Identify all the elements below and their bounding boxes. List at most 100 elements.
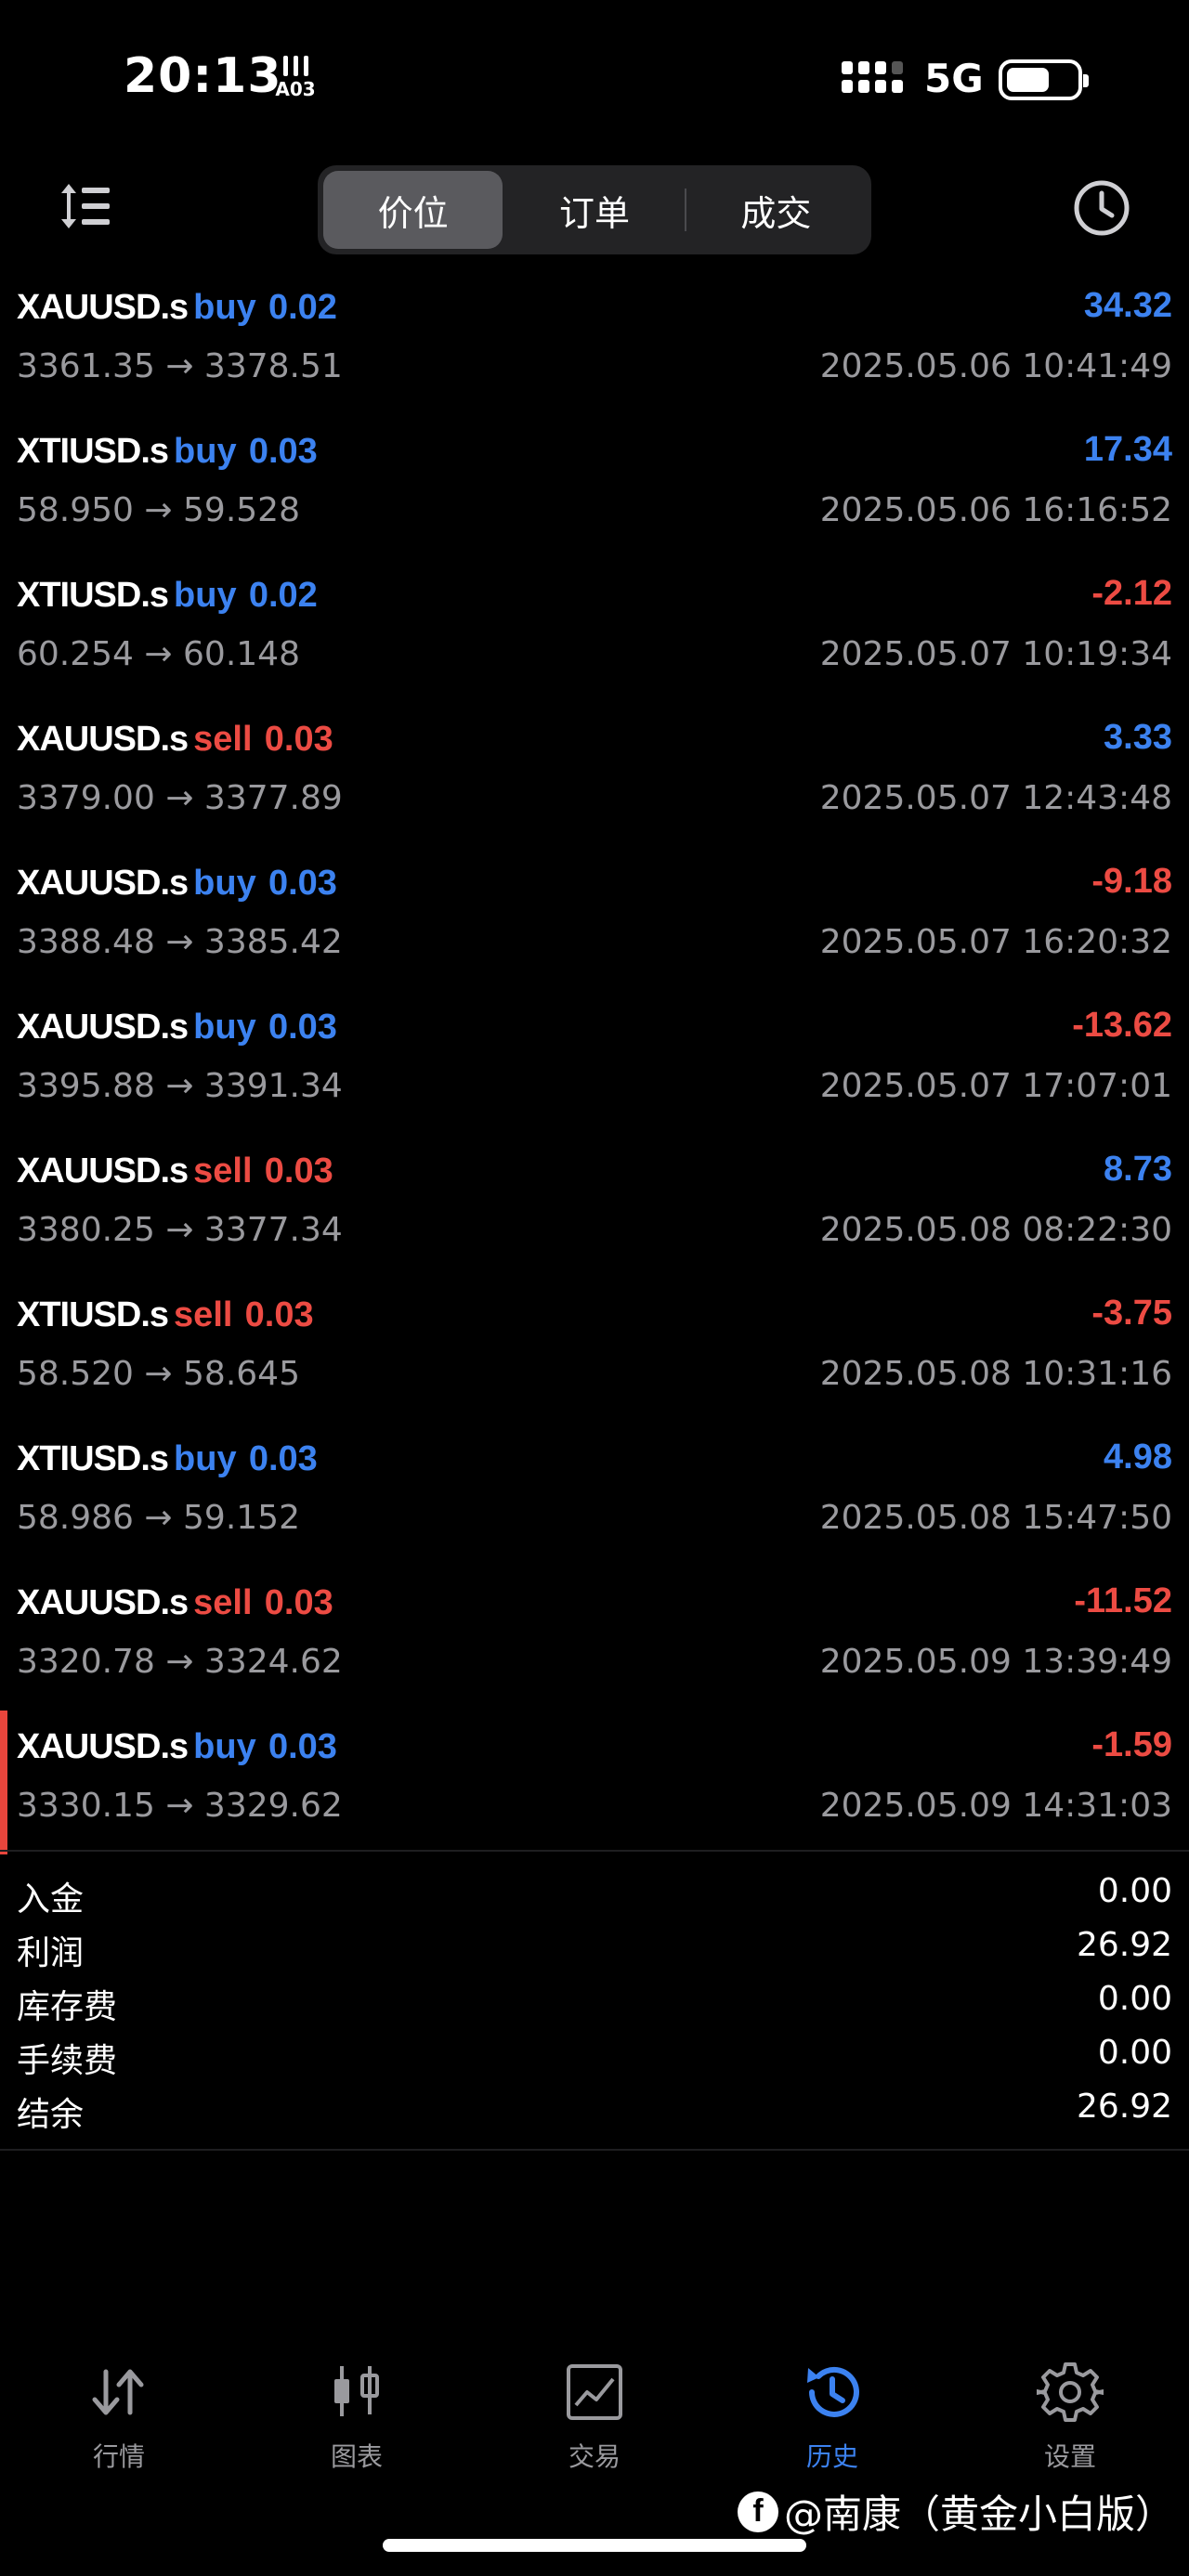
segmented-control: 价位 订单 成交 [318, 165, 871, 254]
summary-row: 利润 26.92 [0, 1919, 1189, 1972]
summary-row: 手续费 0.00 [0, 2026, 1189, 2080]
tab-chart[interactable]: 图表 [238, 2359, 476, 2507]
deal-title: XAUUSD.s buy 0.02 [17, 286, 337, 328]
app-badge-icon: A03 [269, 56, 321, 100]
deal-title: XTIUSD.s sell 0.03 [17, 1294, 314, 1335]
summary-label: 库存费 [17, 1988, 118, 2026]
deal-row[interactable]: XTIUSD.s buy 0.03 17.34 58.950 → 59.528 2025… [0, 415, 1189, 559]
deal-title: XAUUSD.s buy 0.03 [17, 1006, 337, 1047]
deal-symbol: XAUUSD.s [17, 864, 189, 903]
deal-symbol: XAUUSD.s [17, 1727, 189, 1766]
deal-symbol: XTIUSD.s [17, 1295, 169, 1334]
summary-value: 0.00 [1097, 1872, 1172, 1910]
deal-title: XTIUSD.s buy 0.03 [17, 430, 318, 472]
tab-label: 设置 [1043, 2441, 1096, 2472]
deal-type: sell [193, 720, 253, 759]
deal-row[interactable]: XAUUSD.s sell 0.03 3.33 3379.00 → 3377.89 20… [0, 703, 1189, 847]
deal-row[interactable]: XTIUSD.s buy 0.03 4.98 58.986 → 59.152 2025.… [0, 1423, 1189, 1567]
deal-row[interactable]: XAUUSD.s buy 0.03 -13.62 3395.88 → 3391.34 2… [0, 991, 1189, 1135]
deal-row[interactable]: XAUUSD.s buy 0.03 -1.59 3330.15 → 3329.62 20… [0, 1711, 1189, 1854]
deal-prices: 58.986 → 59.152 [17, 1499, 300, 1537]
summary-value: 26.92 [1076, 2088, 1172, 2126]
watermark: f @南康（黄金小白版） [737, 2483, 1174, 2540]
deal-type: buy [174, 432, 237, 471]
summary-value: 0.00 [1097, 1980, 1172, 2018]
deal-volume: 0.03 [268, 1727, 337, 1766]
deal-type: buy [193, 864, 256, 903]
battery-icon [999, 59, 1089, 100]
deal-volume: 0.03 [248, 1439, 318, 1478]
deal-time: 2025.05.06 16:16:52 [819, 491, 1172, 529]
deal-symbol: XAUUSD.s [17, 288, 189, 327]
deal-volume: 0.02 [268, 288, 337, 327]
deal-time: 2025.05.09 14:31:03 [819, 1787, 1172, 1825]
deal-volume: 0.03 [268, 1008, 337, 1047]
tab-label: 行情 [92, 2441, 145, 2472]
deal-prices: 3388.48 → 3385.42 [17, 923, 343, 961]
deal-symbol: XTIUSD.s [17, 576, 169, 615]
summary-value: 26.92 [1076, 1926, 1172, 1964]
summary-row: 库存费 0.00 [0, 1972, 1189, 2026]
deal-time: 2025.05.07 10:19:34 [819, 635, 1172, 673]
deal-volume: 0.03 [264, 1583, 333, 1622]
deal-prices: 58.520 → 58.645 [17, 1355, 300, 1393]
deal-volume: 0.03 [268, 864, 337, 903]
deal-profit: 8.73 [1104, 1150, 1172, 1189]
trade-icon [567, 2364, 622, 2420]
deal-time: 2025.05.08 15:47:50 [819, 1499, 1172, 1537]
deal-row[interactable]: XTIUSD.s sell 0.03 -3.75 58.520 → 58.645 202… [0, 1279, 1189, 1423]
deal-prices: 3330.15 → 3329.62 [17, 1787, 343, 1825]
deal-symbol: XAUUSD.s [17, 1008, 189, 1047]
facebook-icon: f [737, 2491, 778, 2532]
deals-list: XAUUSD.s buy 0.02 34.32 3361.35 → 3378.51 20… [0, 271, 1189, 1854]
deal-row[interactable]: XTIUSD.s buy 0.02 -2.12 60.254 → 60.148 2025… [0, 559, 1189, 703]
history-icon [807, 2366, 859, 2417]
app-badge-label: A03 [275, 78, 316, 100]
deal-type: buy [193, 1727, 256, 1766]
deal-time: 2025.05.09 13:39:49 [819, 1643, 1172, 1681]
deal-type: buy [174, 1439, 237, 1478]
quotes-icon [92, 2369, 144, 2415]
segment-price[interactable]: 价位 [323, 171, 503, 249]
summary-row: 入金 0.00 [0, 1865, 1189, 1919]
deal-symbol: XTIUSD.s [17, 432, 169, 471]
settings-icon [1037, 2362, 1104, 2422]
deal-row[interactable]: XAUUSD.s buy 0.03 -9.18 3388.48 → 3385.42 20… [0, 847, 1189, 991]
segment-deals[interactable]: 成交 [686, 171, 866, 249]
deal-type: buy [174, 576, 237, 615]
deal-profit: 34.32 [1083, 286, 1172, 325]
deal-title: XTIUSD.s buy 0.03 [17, 1438, 318, 1479]
deal-prices: 3320.78 → 3324.62 [17, 1643, 343, 1681]
summary-panel: 入金 0.00 利润 26.92 库存费 0.00 手续费 0.00 结余 26.92 [0, 1850, 1189, 2151]
chart-icon [334, 2366, 379, 2416]
deal-symbol: XAUUSD.s [17, 1151, 189, 1190]
deal-title: XTIUSD.s buy 0.02 [17, 574, 318, 616]
deal-type: sell [193, 1151, 253, 1190]
deal-profit: -11.52 [1074, 1581, 1172, 1620]
deal-title: XAUUSD.s sell 0.03 [17, 1150, 333, 1191]
tab-trade[interactable]: 交易 [476, 2359, 713, 2507]
summary-row: 结余 26.92 [0, 2080, 1189, 2134]
deal-profit: -3.75 [1091, 1294, 1172, 1333]
sort-icon[interactable] [58, 178, 113, 234]
deal-time: 2025.05.07 12:43:48 [819, 779, 1172, 817]
home-indicator[interactable] [383, 2539, 806, 2552]
deal-row[interactable]: XAUUSD.s buy 0.02 34.32 3361.35 → 3378.51 20… [0, 271, 1189, 415]
deal-row[interactable]: XAUUSD.s sell 0.03 8.73 3380.25 → 3377.34 20… [0, 1135, 1189, 1279]
summary-label: 手续费 [17, 2042, 118, 2080]
deal-volume: 0.02 [248, 576, 318, 615]
summary-value: 0.00 [1097, 2034, 1172, 2072]
summary-label: 利润 [17, 1934, 85, 1972]
deal-profit: -2.12 [1091, 574, 1172, 613]
deal-symbol: XTIUSD.s [17, 1439, 169, 1478]
network-type: 5G [924, 56, 984, 101]
deal-symbol: XAUUSD.s [17, 720, 189, 759]
deal-row[interactable]: XAUUSD.s sell 0.03 -11.52 3320.78 → 3324.62… [0, 1567, 1189, 1711]
deal-volume: 0.03 [264, 1151, 333, 1190]
deal-profit: -13.62 [1072, 1006, 1172, 1045]
tab-label: 图表 [330, 2441, 383, 2472]
tab-quotes[interactable]: 行情 [0, 2359, 238, 2507]
deal-symbol: XAUUSD.s [17, 1583, 189, 1622]
clock-icon[interactable] [1072, 178, 1131, 238]
segment-orders[interactable]: 订单 [504, 171, 684, 249]
